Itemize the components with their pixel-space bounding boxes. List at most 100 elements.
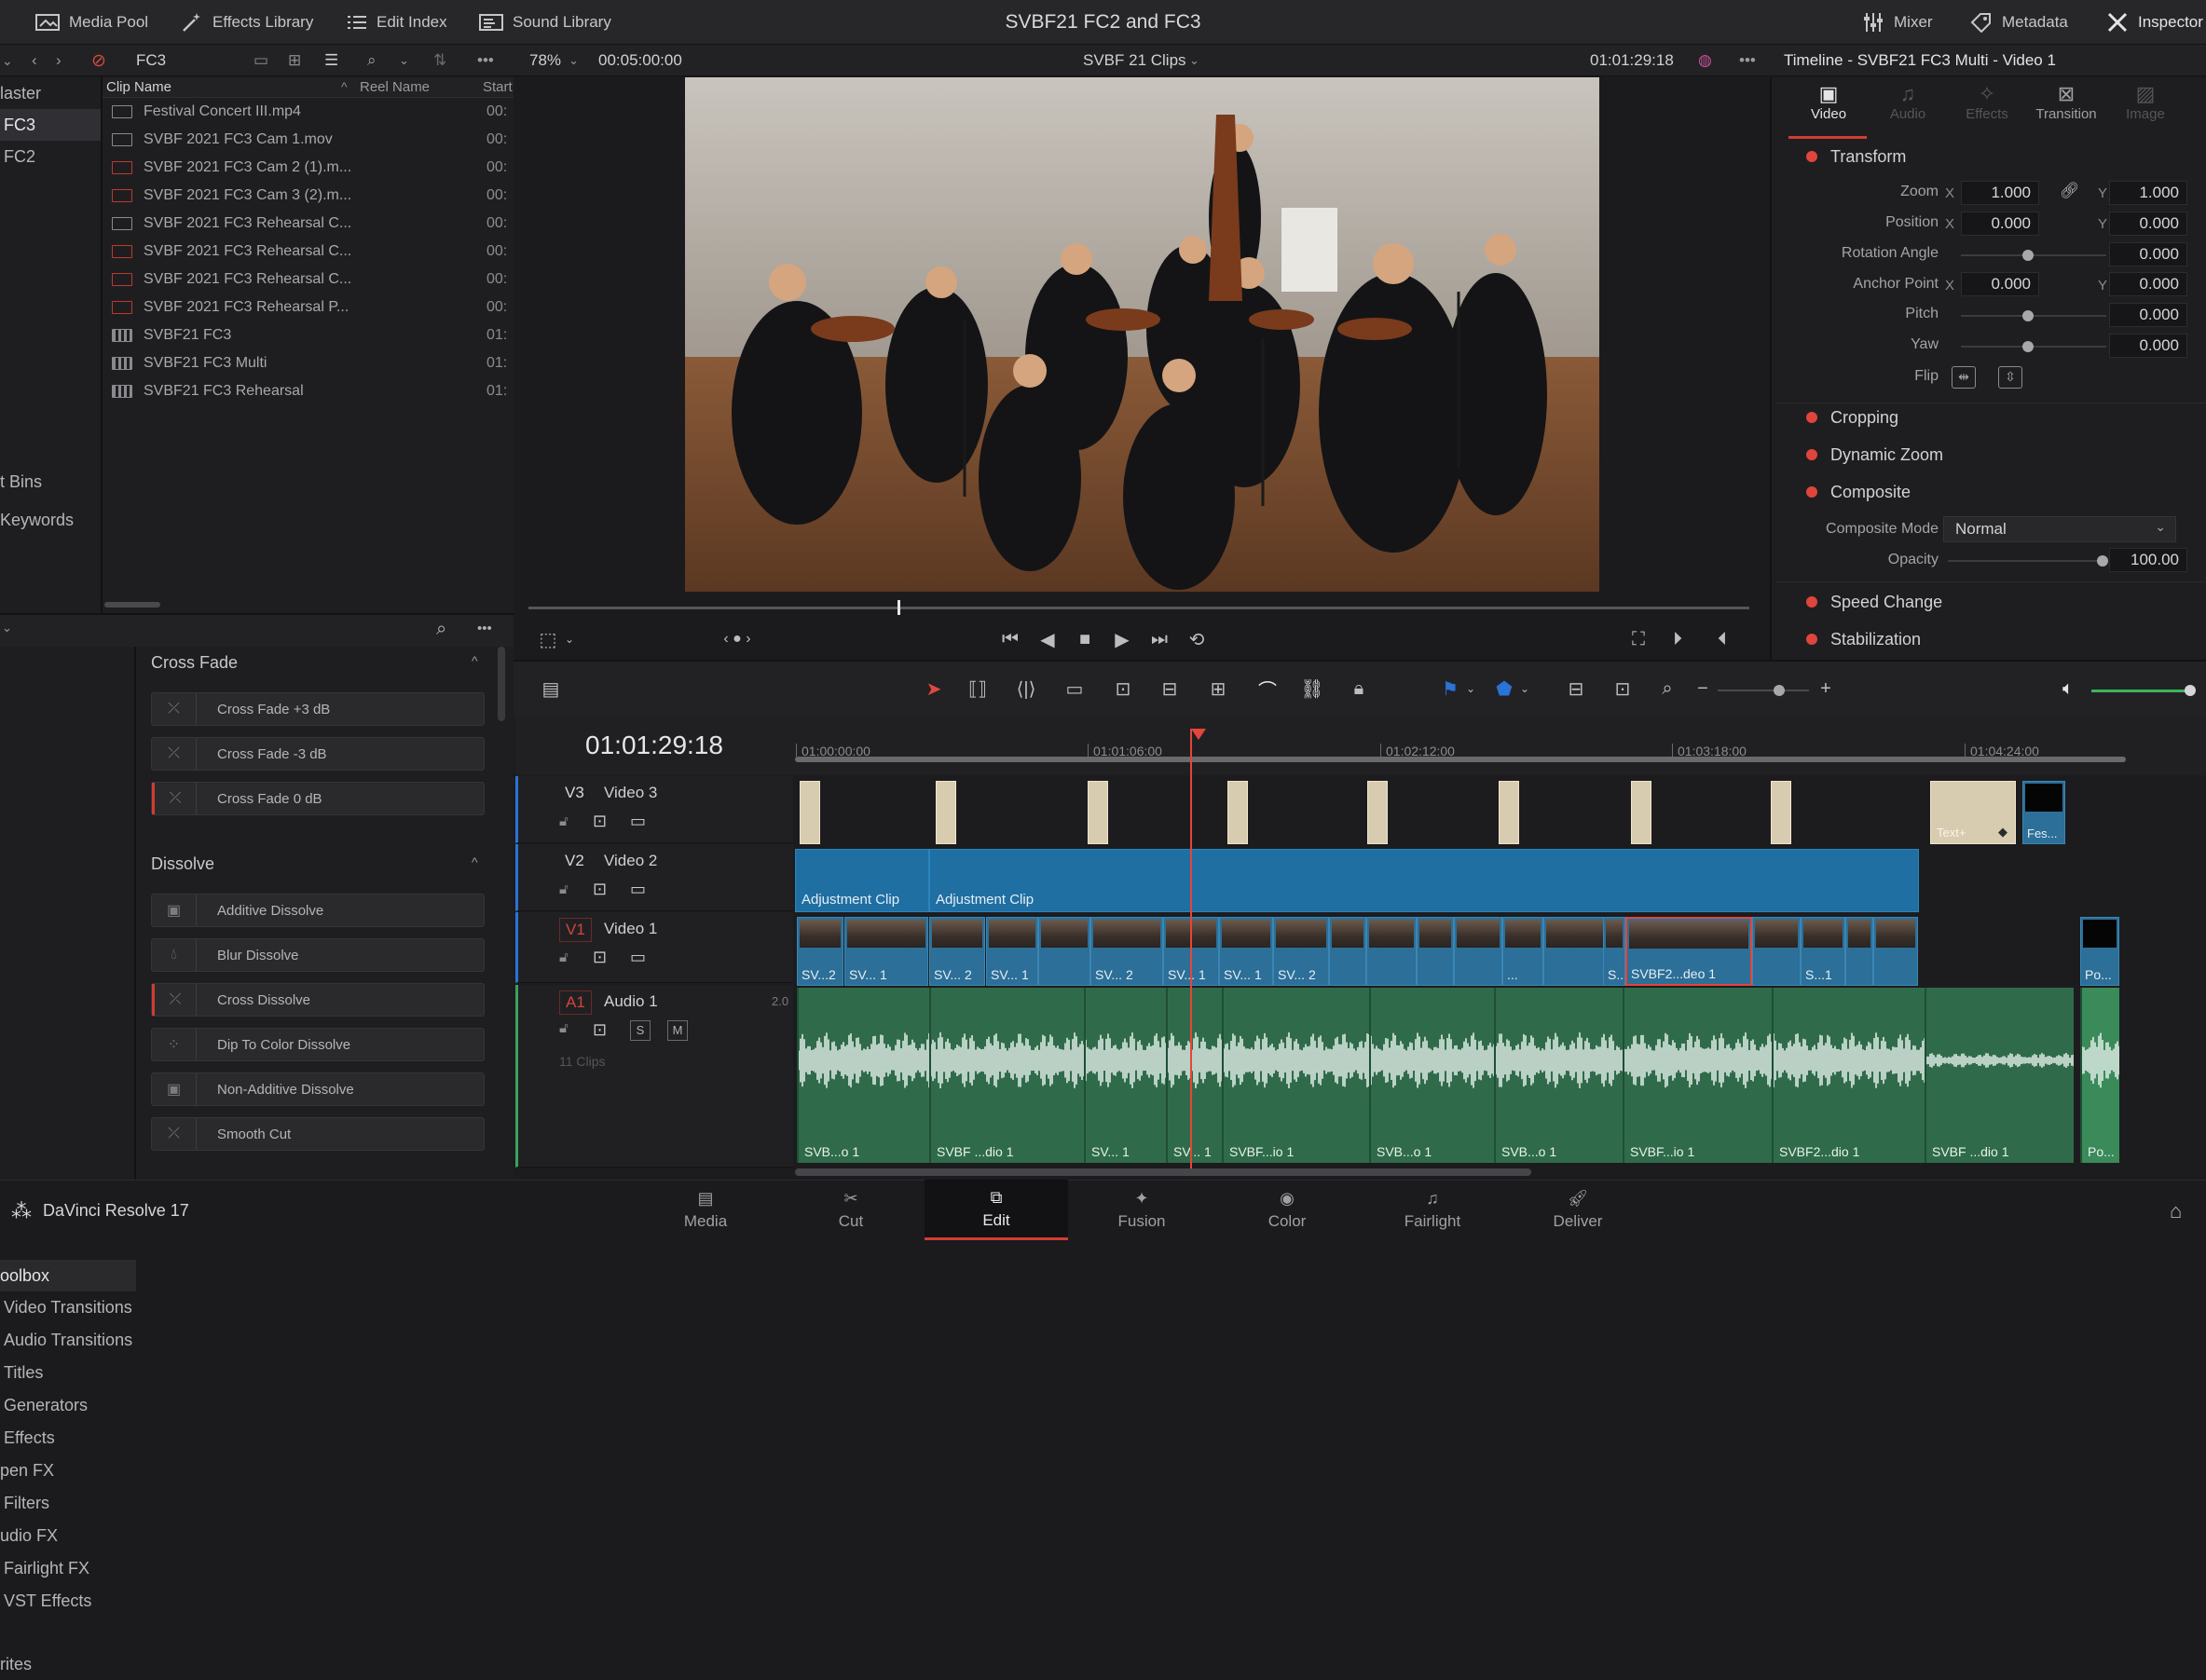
page-tab-color[interactable]: ◉ Color xyxy=(1215,1180,1359,1240)
audio-clip[interactable]: SV... 1 xyxy=(1084,988,1166,1163)
back-arrow-icon[interactable]: ‹ xyxy=(32,45,37,76)
toolbox-nav-item[interactable]: Audio Transitions xyxy=(0,1324,136,1356)
sound-library-button[interactable]: Sound Library xyxy=(479,0,611,45)
track-lock-icon[interactable]: 🔓︎ xyxy=(559,1020,569,1036)
forward-arrow-icon[interactable]: › xyxy=(56,45,62,76)
play-icon[interactable]: ▶ xyxy=(1110,627,1134,651)
track-lock-icon[interactable]: 🔓︎ xyxy=(559,813,569,829)
thumbnail-view-icon[interactable]: ▭ xyxy=(253,45,268,76)
audio-clip[interactable]: SVB...o 1 xyxy=(797,988,929,1163)
fx-item[interactable]: ⤫ Cross Fade -3 dB xyxy=(151,737,485,771)
stabilization-section[interactable]: Stabilization xyxy=(1780,621,2206,658)
enable-dot[interactable] xyxy=(1806,449,1817,460)
link-icon[interactable]: ⛓ xyxy=(1298,676,1326,701)
auto-select-icon[interactable]: ⊡ xyxy=(593,880,607,899)
toolbox-nav-item[interactable]: VST Effects xyxy=(0,1585,136,1617)
timeline-scrollbar[interactable] xyxy=(795,1168,1531,1176)
auto-select-icon[interactable]: ⊡ xyxy=(593,948,607,967)
track-header-v1[interactable]: V1 Video 1 🔓︎ ⊡ ▭ xyxy=(515,912,793,983)
page-tab-media[interactable]: ▤ Media xyxy=(634,1180,777,1240)
video-clip[interactable] xyxy=(1329,917,1366,986)
fx-item[interactable]: ▣ Additive Dissolve xyxy=(151,894,485,927)
horizontal-scrollbar[interactable] xyxy=(104,602,160,608)
viewer-crop-icon[interactable]: ⬚ xyxy=(538,629,558,650)
column-reel-name[interactable]: Reel Name xyxy=(360,79,430,95)
insert-clip-icon[interactable]: ⊡ xyxy=(1106,676,1140,701)
audio-clip[interactable]: SVBF...io 1 xyxy=(1623,988,1772,1163)
go-to-start-icon[interactable]: ⏮ xyxy=(996,627,1024,651)
enable-dot[interactable] xyxy=(1806,486,1817,498)
auto-select-icon[interactable]: ⊡ xyxy=(593,1020,607,1040)
timeline-selector[interactable]: SVBF 21 Clips xyxy=(1083,45,1186,76)
toolbox-nav-item[interactable]: oolbox xyxy=(0,1260,136,1291)
selection-tool-icon[interactable]: ➤ xyxy=(922,676,946,701)
page-tab-fusion[interactable]: ✦ Fusion xyxy=(1070,1180,1213,1240)
track-header-v2[interactable]: V2 Video 2 🔓︎ ⊡ ▭ xyxy=(515,844,793,911)
viewer-zoom[interactable]: 78% xyxy=(529,45,561,76)
mute-button[interactable]: M xyxy=(667,1020,688,1041)
column-start[interactable]: Start xyxy=(483,79,513,95)
clip-row[interactable]: SVBF21 FC3 01: xyxy=(103,321,514,349)
adjustment-clip[interactable]: Adjustment Clip xyxy=(795,849,929,912)
scrubber-playhead[interactable] xyxy=(897,600,900,615)
yaw-slider[interactable] xyxy=(1961,341,2106,352)
bin-item-fc2[interactable]: FC2 xyxy=(0,141,101,172)
volume-icon[interactable]: 🔈︎ xyxy=(2055,676,2081,701)
go-to-end-icon[interactable]: ⏭ xyxy=(1145,627,1173,651)
color-wheel-icon[interactable]: ◍ xyxy=(1698,45,1712,76)
inspector-tab-transition[interactable]: ⊠ Transition xyxy=(2027,82,2105,134)
toolbox-nav-item[interactable]: Titles xyxy=(0,1357,136,1388)
video-clip[interactable]: SV... 2 xyxy=(929,917,985,986)
track-lock-icon[interactable]: 🔓︎ xyxy=(559,949,569,965)
playhead-handle[interactable] xyxy=(1191,729,1206,740)
track-visibility-icon[interactable]: ▭ xyxy=(630,948,646,967)
video-clip[interactable] xyxy=(1873,917,1918,986)
video-clip[interactable] xyxy=(1752,917,1801,986)
title-clip[interactable] xyxy=(1499,781,1519,844)
position-lock-icon[interactable]: 🔒︎ xyxy=(1345,676,1373,701)
video-clip[interactable] xyxy=(1417,917,1454,986)
clip-row[interactable]: SVBF 2021 FC3 Cam 3 (2).m... 00: xyxy=(103,182,514,210)
fx-item[interactable]: 💧︎ Blur Dissolve xyxy=(151,938,485,972)
track-header-a1[interactable]: A1 Audio 1 🔓︎ ⊡ 2.0 S M 11 Clips xyxy=(515,985,793,1168)
track-id[interactable]: V2 xyxy=(559,850,590,872)
enable-dot[interactable] xyxy=(1806,412,1817,423)
video-clip[interactable]: SV... 2 xyxy=(1273,917,1329,986)
transform-section[interactable]: Transform xyxy=(1780,138,2206,175)
mark-out-icon[interactable]: ⏴ xyxy=(1710,627,1734,651)
rotation-field[interactable]: 0.000 xyxy=(2109,242,2187,266)
home-icon[interactable]: ⌂ xyxy=(2170,1199,2182,1223)
page-tab-edit[interactable]: ⧉ Edit xyxy=(925,1180,1068,1240)
yaw-field[interactable]: 0.000 xyxy=(2109,334,2187,358)
track-visibility-icon[interactable]: ▭ xyxy=(630,812,646,831)
anchor-y-field[interactable]: 0.000 xyxy=(2109,272,2187,296)
video-clip[interactable]: SV... 1 xyxy=(986,917,1038,986)
video-clip[interactable] xyxy=(1845,917,1873,986)
bin-item-fc3[interactable]: FC3 xyxy=(0,109,101,141)
flag-icon[interactable]: ⚑ xyxy=(1438,676,1462,701)
audio-clip[interactable]: SVB...o 1 xyxy=(1369,988,1494,1163)
marker-icon[interactable]: ⬟ xyxy=(1492,676,1516,701)
enable-dot[interactable] xyxy=(1806,151,1817,162)
title-clip[interactable] xyxy=(1771,781,1791,844)
list-view-icon[interactable]: ☰ xyxy=(324,45,338,76)
position-y-field[interactable]: 0.000 xyxy=(2109,212,2187,236)
chevron-down-icon[interactable]: ⌄ xyxy=(1189,45,1199,76)
video-clip[interactable]: S...1 xyxy=(1801,917,1845,986)
video-clip[interactable]: Po... xyxy=(2080,917,2119,986)
audio-clip[interactable]: SVBF2...dio 1 xyxy=(1772,988,1925,1163)
inspector-tab-audio[interactable]: ♫ Audio xyxy=(1869,82,1947,134)
toolbox-nav-item[interactable]: rites xyxy=(0,1648,136,1680)
search-icon[interactable]: ⌕ xyxy=(367,45,377,76)
trim-tool-icon[interactable]: ⟦⟧ xyxy=(961,676,994,701)
column-clip-name[interactable]: Clip Name xyxy=(106,79,171,95)
vertical-scrollbar[interactable] xyxy=(498,647,505,721)
enable-dot[interactable] xyxy=(1806,634,1817,645)
clip-row[interactable]: SVBF 2021 FC3 Cam 1.mov 00: xyxy=(103,126,514,154)
toolbox-nav-item[interactable]: Fairlight FX xyxy=(0,1552,136,1584)
chevron-down-icon[interactable]: ⌄ xyxy=(2,621,12,635)
text-plus-clip[interactable]: Text+ ◆ xyxy=(1930,781,2016,844)
clip-row[interactable]: SVBF 2021 FC3 Rehearsal C... 00: xyxy=(103,266,514,294)
metadata-button[interactable]: Metadata xyxy=(1970,0,2068,45)
match-frame-icon[interactable]: ⛶ xyxy=(1624,627,1652,651)
